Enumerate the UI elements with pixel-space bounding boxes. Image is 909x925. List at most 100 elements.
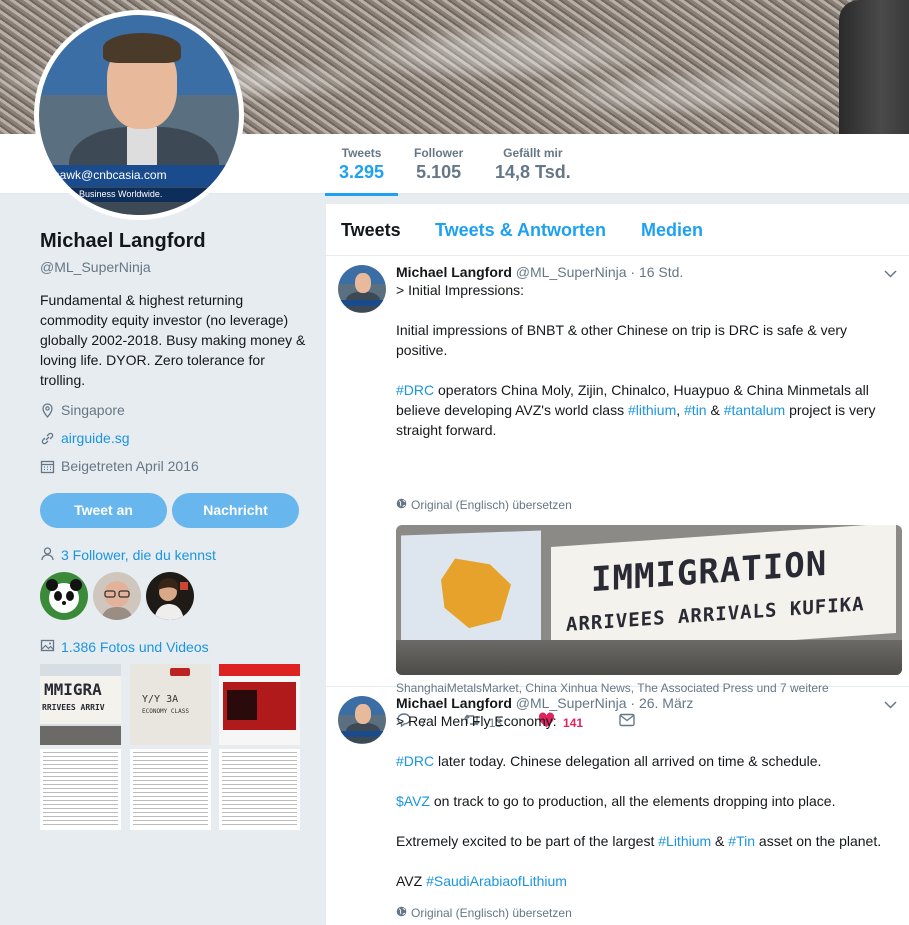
tweet-author-handle[interactable]: @ML_SuperNinja [516, 264, 627, 280]
tweet-text-paragraph: $AVZ on track to go to production, all t… [396, 791, 896, 811]
tweet-avatar[interactable] [338, 265, 386, 313]
globe-icon [396, 498, 407, 512]
hashtag-drc[interactable]: #DRC [396, 382, 434, 398]
tweet[interactable]: Michael Langford @ML_SuperNinja · 26. Mä… [326, 687, 909, 925]
tweet-text-segment: asset on the planet. [755, 833, 882, 849]
media-thumb-immigration[interactable]: MMIGRA RRIVEES ARRIV [40, 664, 121, 745]
tab-tweets-and-replies[interactable]: Tweets & Antworten [435, 220, 606, 241]
hashtag-tantalum[interactable]: #tantalum [724, 402, 785, 418]
tweet-text-segment: on track to go to production, all the el… [429, 793, 836, 809]
hashtag-lithium[interactable]: #lithium [628, 402, 676, 418]
tweet-text-paragraph: Extremely excited to be part of the larg… [396, 831, 896, 851]
tweet-avatar[interactable] [338, 696, 386, 744]
tweet-text-paragraph: Initial impressions of BNBT & other Chin… [396, 322, 848, 358]
chevron-down-icon[interactable] [884, 697, 897, 712]
profile-website: airguide.sg [40, 430, 130, 446]
profile-avatar[interactable]: hawk@cnbcasia.com Business Worldwide. [34, 10, 244, 220]
hashtag-tin[interactable]: #Tin [728, 833, 755, 849]
avatar-ticker-sub: Business Worldwide. [39, 188, 239, 202]
thumb1-text: MMIGRA [44, 680, 102, 699]
tweet-text-segment: & [711, 833, 729, 849]
hashtag-lithium[interactable]: #Lithium [658, 833, 711, 849]
photos-videos-text: 1.386 Fotos und Videos [61, 639, 209, 655]
tweet-text-line: > Initial Impressions: [396, 282, 524, 298]
chevron-down-icon[interactable] [884, 266, 897, 281]
hashtag-saudiarabiaoflithium[interactable]: #SaudiArabiaofLithium [426, 873, 567, 889]
nav-likes-label: Gefällt mir [503, 146, 563, 160]
tweet-text-segment: AVZ [396, 873, 427, 889]
media-thumb-doc-2[interactable] [130, 749, 211, 830]
media-floor [396, 640, 902, 675]
follower-avatar-man[interactable] [93, 572, 141, 620]
follower-avatar-woman[interactable] [146, 572, 194, 620]
image-icon [40, 638, 55, 656]
tweet-text-line: > Real Men Fly Economy: [396, 713, 557, 729]
calendar-icon [40, 459, 55, 474]
nav-followers-count: 5.105 [416, 162, 462, 182]
timeline-tabs: Tweets Tweets & Antworten Medien [326, 204, 909, 256]
website-link[interactable]: airguide.sg [61, 430, 130, 446]
thumb1-text-2: RRIVEES ARRIV [42, 703, 105, 712]
joined-text: Beigetreten April 2016 [61, 458, 199, 474]
tweet-text-segment: , [676, 402, 685, 418]
media-sign-subtitle: ARRIVEES ARRIVALS KUFIKA [566, 593, 865, 637]
nav-followers-label: Follower [414, 146, 464, 160]
avatar-ticker: hawk@cnbcasia.com [39, 165, 239, 187]
timeline: Tweets Tweets & Antworten Medien Michael… [326, 204, 909, 925]
followers-you-know-link[interactable]: 3 Follower, die du kennst [40, 546, 216, 564]
tab-media[interactable]: Medien [641, 220, 703, 241]
cashtag-avz[interactable]: $AVZ [396, 793, 430, 809]
media-thumb-doc-1[interactable] [40, 749, 121, 830]
hashtag-drc[interactable]: #DRC [396, 753, 434, 769]
thumb2-text: Y/Y 3A [142, 694, 179, 705]
nav-followers[interactable]: Follower 5.105 [414, 146, 463, 183]
translate-text: Original (Englisch) übersetzen [411, 906, 572, 920]
tweet-text-segment: Extremely excited to be part of the larg… [396, 833, 659, 849]
profile-bio: Fundamental & highest returning commodit… [40, 292, 306, 388]
tweet-text-segment: & [706, 402, 724, 418]
location-text: Singapore [61, 402, 125, 418]
avatar-hair [103, 33, 181, 63]
media-thumb-boarding-pass[interactable]: Y/Y 3A ECONOMY CLASS [130, 664, 211, 745]
tweet-text-paragraph: #DRC operators China Moly, Zijin, Chinal… [396, 380, 896, 440]
media-sign-title: IMMIGRATION [591, 543, 828, 601]
nav-tweets[interactable]: Tweets 3.295 [324, 146, 399, 196]
nav-tweets-label: Tweets [341, 146, 382, 160]
tweet[interactable]: Michael Langford @ML_SuperNinja · 16 Std… [326, 256, 909, 730]
nav-likes-count: 14,8 Tsd. [495, 162, 571, 182]
nav-likes[interactable]: Gefällt mir 14,8 Tsd. [495, 146, 571, 183]
media-map [401, 530, 541, 651]
profile-location: Singapore [40, 402, 125, 418]
profile-handle[interactable]: @ML_SuperNinja [40, 259, 151, 275]
tweet-author-handle[interactable]: @ML_SuperNinja [516, 695, 627, 711]
media-sign: IMMIGRATION ARRIVEES ARRIVALS KUFIKA [551, 525, 896, 658]
photos-videos-link[interactable]: 1.386 Fotos und Videos [40, 638, 209, 656]
followers-you-know-text: 3 Follower, die du kennst [61, 547, 216, 563]
follower-avatar-panda[interactable] [40, 572, 88, 620]
tweet-media-image[interactable]: IMMIGRATION ARRIVEES ARRIVALS KUFIKA [396, 525, 902, 675]
profile-name[interactable]: Michael Langford [40, 230, 206, 253]
tweet-to-button[interactable]: Tweet an [40, 493, 167, 528]
tweet-text-paragraph: AVZ #SaudiArabiaofLithium [396, 871, 896, 891]
tweet-header: Michael Langford @ML_SuperNinja · 26. Mä… [396, 695, 693, 711]
media-thumb-news[interactable] [219, 664, 300, 745]
tab-tweets[interactable]: Tweets [341, 220, 401, 241]
translate-link[interactable]: Original (Englisch) übersetzen [396, 498, 572, 512]
tweet-timestamp[interactable]: · 26. März [630, 695, 693, 711]
media-thumb-doc-3[interactable] [219, 749, 300, 830]
profile-sidebar: Michael Langford @ML_SuperNinja Fundamen… [0, 194, 326, 925]
profile-joined: Beigetreten April 2016 [40, 458, 199, 474]
banner-figure [839, 0, 909, 134]
person-icon [40, 546, 55, 564]
message-button[interactable]: Nachricht [172, 493, 299, 528]
translate-text: Original (Englisch) übersetzen [411, 498, 572, 512]
tweet-header: Michael Langford @ML_SuperNinja · 16 Std… [396, 264, 683, 280]
hashtag-tin[interactable]: #tin [684, 402, 707, 418]
tweet-timestamp[interactable]: · 16 Std. [630, 264, 683, 280]
tweet-author-name[interactable]: Michael Langford [396, 695, 512, 711]
translate-link[interactable]: Original (Englisch) übersetzen [396, 906, 572, 920]
thumb2-text-2: ECONOMY CLASS [142, 708, 189, 715]
link-icon [40, 431, 55, 446]
tweet-author-name[interactable]: Michael Langford [396, 264, 512, 280]
nav-tweets-count: 3.295 [339, 162, 385, 182]
